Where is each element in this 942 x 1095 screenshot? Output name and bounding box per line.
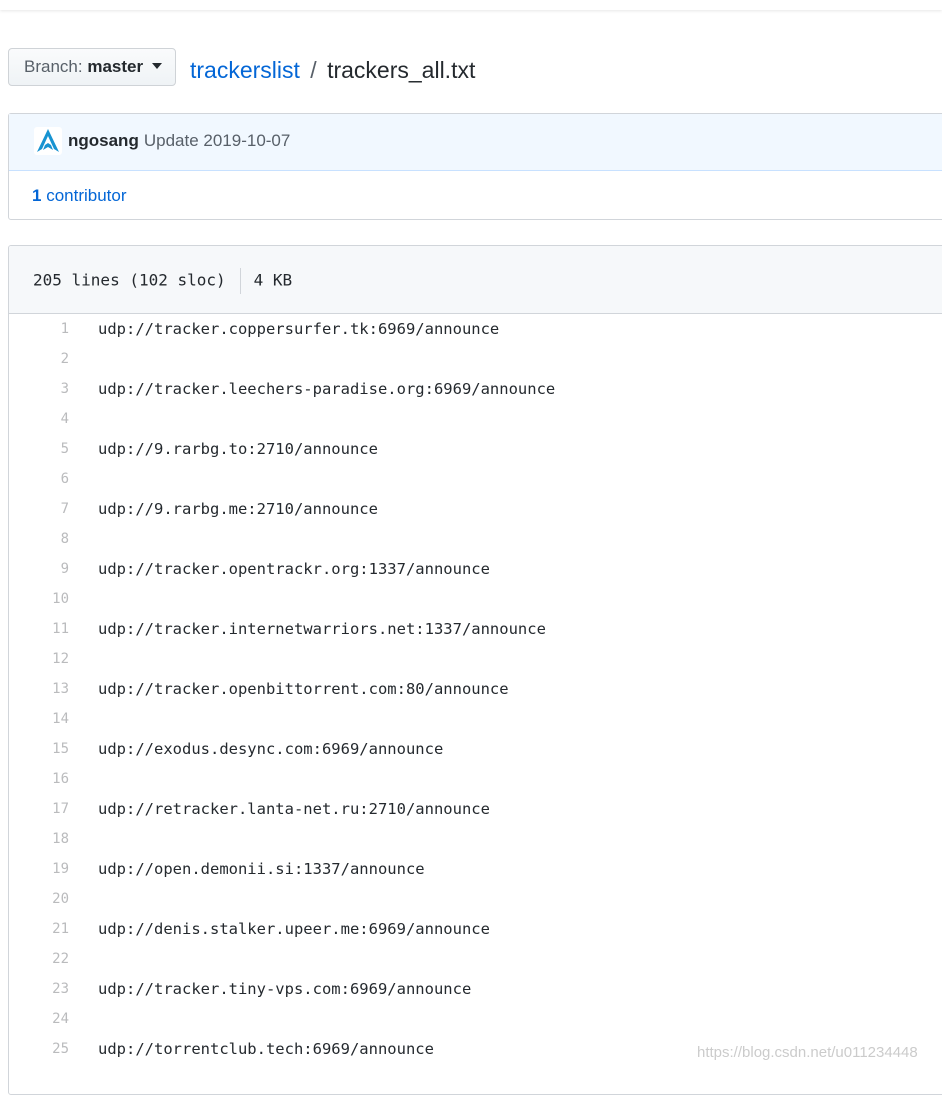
line-number[interactable]: 22 — [9, 949, 69, 969]
line-number[interactable]: 14 — [9, 709, 69, 729]
code-line: 18 — [9, 824, 942, 854]
code-line: 10 — [9, 584, 942, 614]
line-content: udp://open.demonii.si:1337/announce — [98, 860, 425, 878]
line-number[interactable]: 18 — [9, 829, 69, 849]
line-content: udp://tracker.leechers-paradise.org:6969… — [98, 380, 556, 398]
line-content: udp://9.rarbg.me:2710/announce — [98, 500, 378, 518]
line-number[interactable]: 10 — [9, 589, 69, 609]
latest-commit-header: ngosang Update 2019-10-07 — [9, 114, 942, 171]
line-number[interactable]: 21 — [9, 919, 69, 939]
line-number[interactable]: 16 — [9, 769, 69, 789]
branch-select-button[interactable]: Branch: master — [8, 48, 176, 86]
arch-logo-icon[interactable] — [34, 127, 62, 155]
line-number[interactable]: 5 — [9, 439, 69, 459]
line-number[interactable]: 9 — [9, 559, 69, 579]
file-name: trackers_all.txt — [327, 57, 476, 83]
contributors-count: 1 — [32, 186, 42, 205]
code-line: 7 udp://9.rarbg.me:2710/announce — [9, 494, 942, 524]
code-line: 5 udp://9.rarbg.to:2710/announce — [9, 434, 942, 464]
line-number[interactable]: 4 — [9, 409, 69, 429]
code-line: 14 — [9, 704, 942, 734]
commit-author[interactable]: ngosang — [68, 131, 139, 150]
file-lines-info: 205 lines (102 sloc) — [33, 270, 226, 290]
file-size: 4 KB — [253, 270, 293, 290]
code-line: 8 — [9, 524, 942, 554]
watermark: https://blog.csdn.net/u011234448 — [697, 1044, 918, 1061]
line-number[interactable]: 3 — [9, 379, 69, 399]
line-number[interactable]: 13 — [9, 679, 69, 699]
branch-prefix: Branch: — [24, 57, 83, 76]
file-info: 205 lines (102 sloc) 4 KB — [33, 268, 292, 294]
line-number[interactable]: 15 — [9, 739, 69, 759]
file-viewer: 205 lines (102 sloc) 4 KB 1 udp://tracker.… — [8, 245, 942, 1095]
code-line: 3 udp://tracker.leechers-paradise.org:696… — [9, 374, 942, 404]
line-content: udp://9.rarbg.to:2710/announce — [98, 440, 378, 458]
line-content: udp://denis.stalker.upeer.me:6969/announ… — [98, 920, 490, 938]
commit-summary: ngosang Update 2019-10-07 — [68, 130, 290, 152]
code-listing: 1 udp://tracker.coppersurfer.tk:6969/anno… — [9, 314, 942, 1064]
line-number[interactable]: 19 — [9, 859, 69, 879]
line-number[interactable]: 24 — [9, 1009, 69, 1029]
code-line: 22 — [9, 944, 942, 974]
line-content: udp://tracker.opentrackr.org:1337/announ… — [98, 560, 490, 578]
line-content: udp://retracker.lanta-net.ru:2710/announ… — [98, 800, 490, 818]
commit-message[interactable]: Update 2019-10-07 — [144, 131, 291, 150]
top-header-strip — [0, 0, 942, 10]
file-header: 205 lines (102 sloc) 4 KB — [9, 246, 942, 314]
line-number[interactable]: 23 — [9, 979, 69, 999]
line-number[interactable]: 1 — [9, 319, 69, 339]
code-line: 9 udp://tracker.opentrackr.org:1337/annou… — [9, 554, 942, 584]
code-line: 11 udp://tracker.internetwarriors.net:133… — [9, 614, 942, 644]
line-number[interactable]: 2 — [9, 349, 69, 369]
line-number[interactable]: 6 — [9, 469, 69, 489]
code-line: 13 udp://tracker.openbittorrent.com:80/an… — [9, 674, 942, 704]
line-number[interactable]: 11 — [9, 619, 69, 639]
breadcrumb-separator: / — [310, 57, 317, 83]
line-number[interactable]: 7 — [9, 499, 69, 519]
line-content: udp://exodus.desync.com:6969/announce — [98, 740, 444, 758]
line-number[interactable]: 25 — [9, 1039, 69, 1059]
caret-down-icon — [151, 63, 162, 70]
contributors-link[interactable]: 1 contributor — [32, 185, 127, 207]
line-number[interactable]: 17 — [9, 799, 69, 819]
code-line: 19 udp://open.demonii.si:1337/announce — [9, 854, 942, 884]
file-info-divider — [239, 268, 241, 294]
line-content: udp://tracker.openbittorrent.com:80/anno… — [98, 680, 509, 698]
line-number[interactable]: 20 — [9, 889, 69, 909]
code-line: 4 — [9, 404, 942, 434]
line-content: udp://tracker.internetwarriors.net:1337/… — [98, 620, 546, 638]
code-line: 16 — [9, 764, 942, 794]
commit-tease: ngosang Update 2019-10-07 1 contributor — [8, 113, 942, 220]
code-line: 2 — [9, 344, 942, 374]
code-line: 15 udp://exodus.desync.com:6969/announce — [9, 734, 942, 764]
line-content: udp://tracker.tiny-vps.com:6969/announce — [98, 980, 472, 998]
line-content: udp://torrentclub.tech:6969/announce — [98, 1040, 434, 1058]
code-line: 21 udp://denis.stalker.upeer.me:6969/anno… — [9, 914, 942, 944]
code-line: 23 udp://tracker.tiny-vps.com:6969/announ… — [9, 974, 942, 1004]
branch-name: master — [87, 57, 144, 76]
code-line: 6 — [9, 464, 942, 494]
code-line: 20 — [9, 884, 942, 914]
line-content: udp://tracker.coppersurfer.tk:6969/annou… — [98, 320, 500, 338]
contributors-label: contributor — [46, 186, 127, 205]
line-number[interactable]: 8 — [9, 529, 69, 549]
repo-link[interactable]: trackerslist — [190, 57, 300, 83]
line-number[interactable]: 12 — [9, 649, 69, 669]
code-line: 12 — [9, 644, 942, 674]
code-line: 24 — [9, 1004, 942, 1034]
breadcrumb: trackerslist / trackers_all.txt — [190, 55, 475, 85]
code-line: 1 udp://tracker.coppersurfer.tk:6969/anno… — [9, 314, 942, 344]
code-line: 17 udp://retracker.lanta-net.ru:2710/anno… — [9, 794, 942, 824]
